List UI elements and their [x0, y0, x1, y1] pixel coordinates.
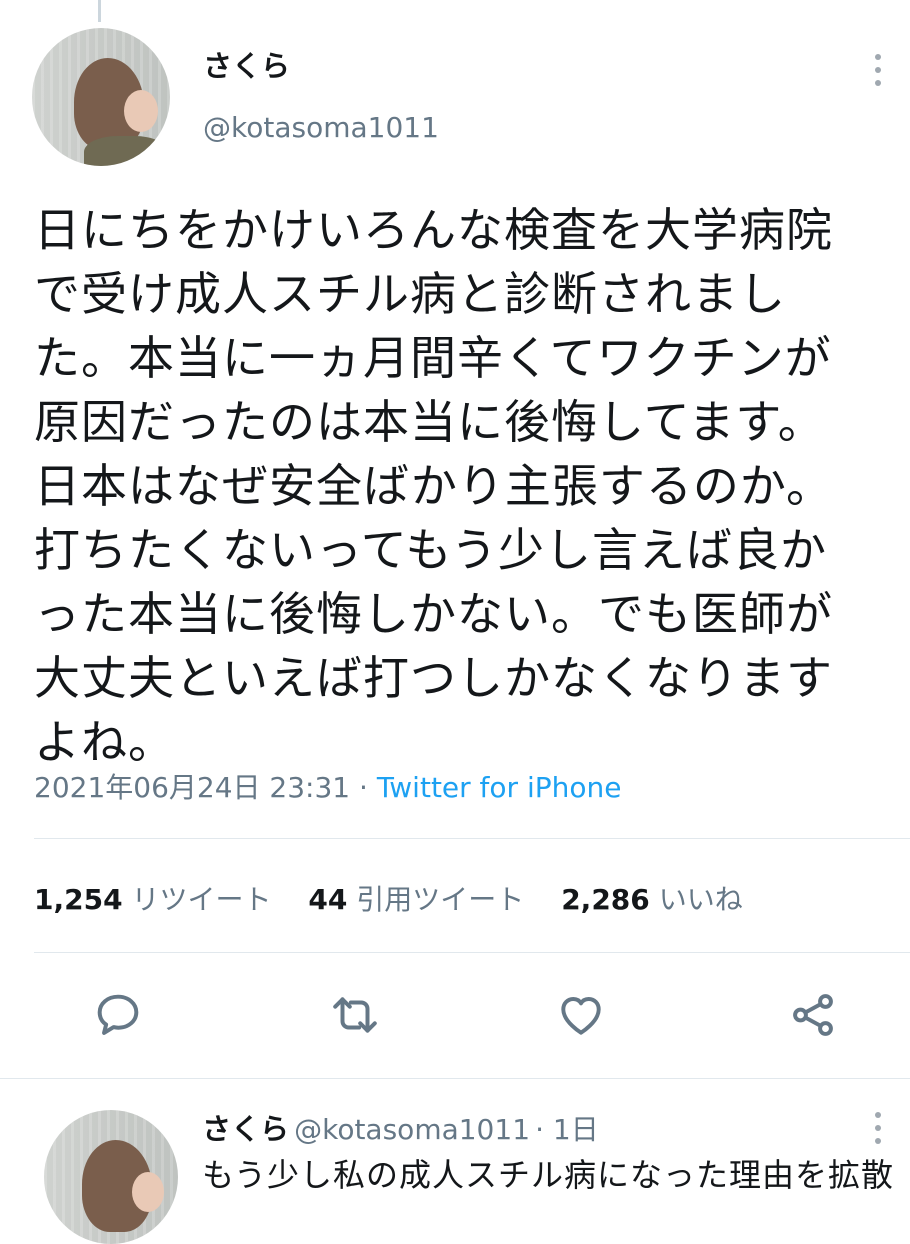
tweet-text-line: った本当に後悔しかない。でも医師が: [34, 587, 833, 641]
like-icon[interactable]: [556, 990, 606, 1040]
retweets-stat[interactable]: 1,254 リツイート: [34, 883, 272, 916]
tweet-text-line: 日にちをかけいろんな検査を大学病院: [34, 203, 833, 257]
retweets-label: リツイート: [131, 883, 272, 916]
tweet-text-line: 大丈夫といえば打つしかなくなります: [34, 651, 833, 705]
divider: [34, 838, 910, 839]
retweets-count: 1,254: [34, 883, 123, 916]
avatar[interactable]: [32, 28, 170, 166]
retweet-icon[interactable]: [330, 990, 380, 1040]
likes-count: 2,286: [561, 883, 650, 916]
reply-text: もう少し私の成人スチル病になった理由を拡散: [202, 1156, 895, 1194]
reply-time: · 1日: [535, 1113, 599, 1146]
likes-label: いいね: [658, 883, 743, 916]
quotes-label: 引用ツイート: [356, 883, 525, 916]
more-options-icon[interactable]: [873, 54, 883, 100]
tweet-text-line: 打ちたくないってもう少し言えば良か: [34, 523, 828, 577]
likes-stat[interactable]: 2,286 いいね: [561, 883, 743, 916]
tweet-text-line: で受け成人スチル病と診断されまし: [34, 267, 786, 321]
divider: [34, 952, 910, 953]
meta-separator: ·: [350, 771, 377, 804]
tweet-text-line: よね。: [34, 715, 175, 769]
source-link[interactable]: Twitter for iPhone: [377, 771, 622, 804]
quotes-stat[interactable]: 44 引用ツイート: [308, 883, 524, 916]
tweet-text-line: 原因だったのは本当に後悔してます。: [34, 395, 825, 449]
tweet-text: 日にちをかけいろんな検査を大学病院 で受け成人スチル病と診断されまし た。本当に…: [34, 198, 884, 774]
divider: [0, 1078, 910, 1079]
thread-line: [98, 0, 101, 22]
timestamp[interactable]: 2021年06月24日 23:31: [34, 771, 350, 804]
engagement-stats: 1,254 リツイート 44 引用ツイート 2,286 いいね: [34, 878, 771, 918]
reply-author-handle[interactable]: @kotasoma1011: [294, 1113, 530, 1146]
action-bar: [0, 990, 910, 1050]
tweet-text-line: 日本はなぜ安全ばかり主張するのか。: [34, 459, 833, 513]
tweet-meta: 2021年06月24日 23:31 · Twitter for iPhone: [34, 766, 621, 806]
share-icon[interactable]: [788, 990, 838, 1040]
tweet-text-line: た。本当に一ヵ月間辛くてワクチンが: [34, 331, 832, 385]
reply-icon[interactable]: [93, 990, 143, 1040]
reply-header: さくら @kotasoma1011 · 1日: [202, 1106, 599, 1148]
quotes-count: 44: [308, 883, 348, 916]
author-handle[interactable]: @kotasoma1011: [203, 114, 439, 142]
author-name[interactable]: さくら: [203, 52, 290, 81]
reply-author-name[interactable]: さくら: [202, 1112, 289, 1146]
reply-avatar[interactable]: [44, 1110, 178, 1244]
